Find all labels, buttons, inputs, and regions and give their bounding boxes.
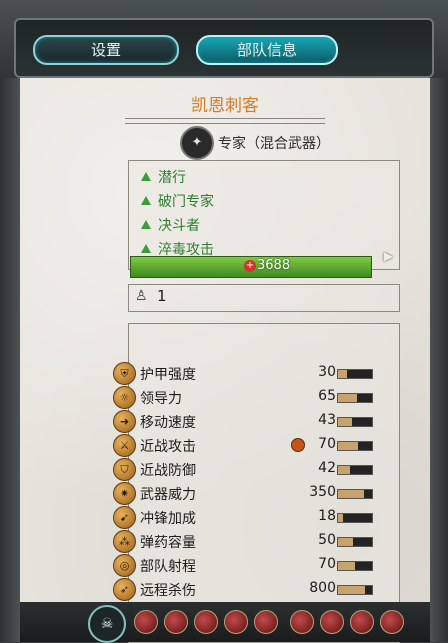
health-value: 3688 — [257, 258, 291, 273]
abilities-box: 潜行 破门专家 决斗者 淬毒攻击 ▶ — [128, 160, 400, 270]
effect-icon[interactable] — [380, 610, 404, 634]
stat-bar — [337, 561, 373, 571]
unit-portrait-icon[interactable]: ☠ — [88, 605, 126, 643]
stat-bar-fill — [338, 538, 354, 546]
effect-icon[interactable] — [290, 610, 314, 634]
stat-row[interactable]: ✷ 武器威力 350 — [113, 481, 373, 505]
effect-icon[interactable] — [224, 610, 248, 634]
stat-row[interactable]: ➶ 远程杀伤 800 — [113, 577, 373, 601]
unit-class-label: 专家（混合武器） — [218, 136, 330, 152]
stat-value: 42 — [318, 460, 336, 476]
stat-bar-fill — [338, 370, 347, 378]
stat-label: 远程杀伤 — [140, 583, 196, 599]
stat-bar — [337, 585, 373, 595]
stat-bar-fill — [338, 562, 355, 570]
unit-count-box: ♙ 1 — [128, 284, 400, 312]
effect-icon[interactable] — [350, 610, 374, 634]
stat-label: 部队射程 — [140, 559, 196, 575]
stat-label: 近战攻击 — [140, 439, 196, 455]
stat-bar — [337, 465, 373, 475]
stat-value: 50 — [318, 532, 336, 548]
stat-row[interactable]: ➜ 移动速度 43 — [113, 409, 373, 433]
stat-value: 70 — [318, 556, 336, 572]
effect-icon[interactable] — [320, 610, 344, 634]
stat-bar-fill — [338, 490, 364, 498]
stat-bar-fill — [338, 466, 350, 474]
stat-label: 武器威力 — [140, 487, 196, 503]
stat-bar-fill — [338, 514, 344, 522]
tab-settings[interactable]: 设置 — [33, 35, 179, 65]
health-bar: + 3688 — [130, 256, 372, 278]
stat-row[interactable]: ⚔ 近战攻击 70 — [113, 433, 373, 457]
stat-label: 移动速度 — [140, 415, 196, 431]
specialist-icon: ✦ — [180, 126, 214, 160]
stat-row[interactable]: ➹ 冲锋加成 18 — [113, 505, 373, 529]
unit-name: 凯恩刺客 — [191, 96, 259, 116]
buff-fire-icon — [291, 438, 305, 452]
stat-value: 65 — [318, 388, 336, 404]
effect-icon[interactable] — [164, 610, 188, 634]
missile-damage-icon: ➶ — [113, 578, 136, 601]
unit-count-value: 1 — [157, 287, 167, 305]
ornament-divider — [125, 118, 325, 124]
expand-arrow-icon[interactable]: ▶ — [384, 249, 393, 263]
leadership-icon: ☼ — [113, 386, 136, 409]
stat-row[interactable]: ⛉ 近战防御 42 — [113, 457, 373, 481]
stat-bar-fill — [338, 442, 359, 450]
ammunition-icon: ⁂ — [113, 530, 136, 553]
ability-triangle-icon — [141, 244, 151, 253]
range-icon: ◎ — [113, 554, 136, 577]
stat-value: 70 — [318, 436, 336, 452]
ability-item[interactable]: 破门专家 — [141, 191, 214, 213]
melee-defense-icon: ⛉ — [113, 458, 136, 481]
stat-row[interactable]: ⁂ 弹药容量 50 — [113, 529, 373, 553]
ability-item[interactable]: 潜行 — [141, 167, 186, 189]
right-frame — [430, 78, 448, 642]
ability-triangle-icon — [141, 196, 151, 205]
stat-label: 护甲强度 — [140, 367, 196, 383]
stat-row[interactable]: ⛨ 护甲强度 30 — [113, 361, 373, 385]
left-frame — [0, 78, 20, 642]
effect-icon[interactable] — [134, 610, 158, 634]
soldier-icon: ♙ — [135, 288, 148, 304]
stat-bar-fill — [338, 394, 357, 402]
health-plus-icon: + — [244, 260, 256, 272]
stat-value: 18 — [318, 508, 336, 524]
stat-label: 近战防御 — [140, 463, 196, 479]
speed-icon: ➜ — [113, 410, 136, 433]
stat-value: 350 — [309, 484, 336, 500]
stat-row[interactable]: ☼ 领导力 65 — [113, 385, 373, 409]
melee-attack-icon: ⚔ — [113, 434, 136, 457]
stat-label: 领导力 — [140, 391, 182, 407]
stat-value: 43 — [318, 412, 336, 428]
stat-bar — [337, 489, 373, 499]
armor-icon: ⛨ — [113, 362, 136, 385]
stat-bar-fill — [338, 418, 352, 426]
stat-bar — [337, 393, 373, 403]
effect-icon[interactable] — [194, 610, 218, 634]
charge-bonus-icon: ➹ — [113, 506, 136, 529]
stat-bar — [337, 513, 373, 523]
stat-bar — [337, 369, 373, 379]
stat-label: 弹药容量 — [140, 535, 196, 551]
effect-icon[interactable] — [254, 610, 278, 634]
weapon-strength-icon: ✷ — [113, 482, 136, 505]
stat-bar-fill — [338, 586, 366, 594]
ability-item[interactable]: 决斗者 — [141, 215, 200, 237]
stat-value: 800 — [309, 580, 336, 596]
stat-bar — [337, 417, 373, 427]
stat-row[interactable]: ◎ 部队射程 70 — [113, 553, 373, 577]
ability-triangle-icon — [141, 220, 151, 229]
stat-value: 30 — [318, 364, 336, 380]
stat-label: 冲锋加成 — [140, 511, 196, 527]
stat-bar — [337, 537, 373, 547]
stat-bar — [337, 441, 373, 451]
tab-unit-info[interactable]: 部队信息 — [196, 35, 338, 65]
ability-triangle-icon — [141, 172, 151, 181]
